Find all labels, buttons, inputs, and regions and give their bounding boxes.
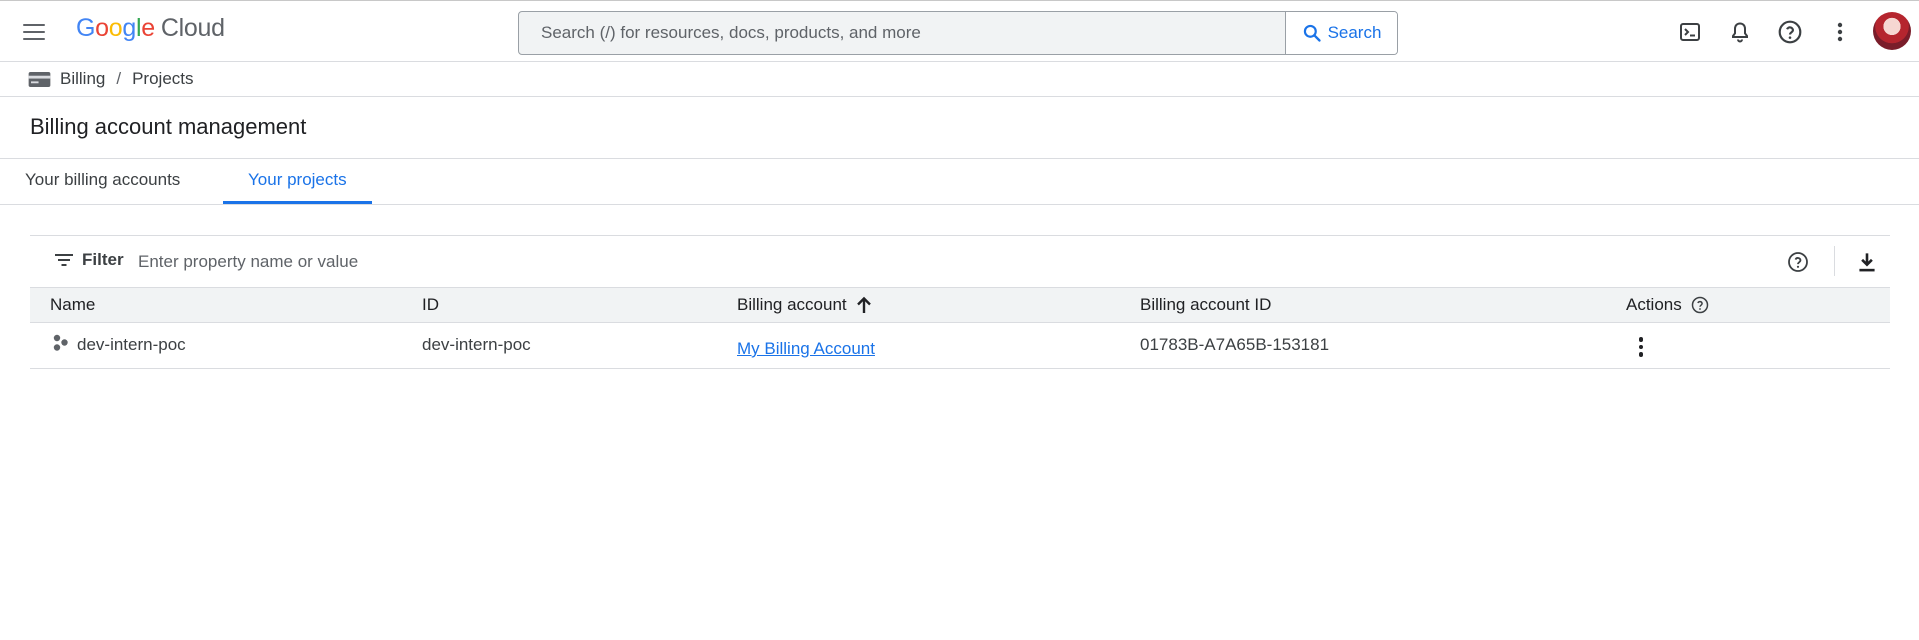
filter-input[interactable] (138, 248, 1138, 276)
filter-label: Filter (82, 250, 124, 269)
help-icon (1778, 20, 1802, 44)
terminal-icon (1680, 23, 1700, 41)
project-name: dev-intern-poc (77, 335, 186, 354)
download-button[interactable] (1854, 249, 1880, 275)
breadcrumb-projects[interactable]: Projects (132, 69, 193, 89)
billing-card-icon (28, 71, 51, 87)
filter-bar: Filter (30, 236, 1890, 287)
bell-icon (1732, 22, 1748, 43)
filter-help-button[interactable] (1786, 250, 1810, 274)
row-actions-button[interactable] (1629, 332, 1653, 362)
more-vert-icon (1638, 337, 1644, 342)
search-bar: Search (518, 11, 1398, 55)
column-header-name[interactable]: Name (50, 288, 95, 322)
column-header-billing-account[interactable]: Billing account (737, 288, 873, 322)
download-icon (1859, 253, 1875, 272)
filter-button[interactable]: Filter (54, 250, 124, 270)
sort-ascending-icon[interactable] (855, 295, 873, 315)
divider (1834, 246, 1835, 276)
column-header-actions: Actions (1626, 288, 1710, 322)
more-options-button[interactable] (1825, 17, 1855, 47)
search-button-label: Search (1327, 23, 1382, 42)
top-app-bar: Google Cloud Search (0, 0, 1919, 62)
table-header: Name ID Billing account Billing account … (30, 287, 1890, 323)
column-header-id[interactable]: ID (422, 288, 439, 322)
breadcrumb: Billing / Projects (0, 62, 1919, 97)
search-button[interactable]: Search (1285, 12, 1397, 54)
tab-billing-accounts[interactable]: Your billing accounts (0, 159, 205, 204)
google-cloud-logo[interactable]: Google Cloud (76, 14, 225, 43)
help-outline-icon (1788, 252, 1808, 272)
notifications-button[interactable] (1725, 17, 1755, 47)
help-button[interactable] (1775, 17, 1805, 47)
actions-help-icon[interactable] (1690, 295, 1710, 315)
breadcrumb-separator: / (116, 69, 122, 88)
page-title: Billing account management (30, 114, 307, 139)
project-id: dev-intern-poc (422, 335, 531, 354)
search-input[interactable] (519, 12, 1287, 54)
billing-account-cell: My Billing Account (737, 323, 875, 367)
project-name-cell: dev-intern-poc (52, 323, 186, 367)
filter-list-icon (55, 254, 73, 266)
breadcrumb-billing[interactable]: Billing (60, 69, 105, 89)
tab-projects[interactable]: Your projects (223, 159, 372, 204)
more-vert-icon (1837, 22, 1843, 42)
billing-account-id: 01783B-A7A65B-153181 (1140, 335, 1330, 354)
cloud-shell-button[interactable] (1675, 17, 1705, 47)
main-menu-icon[interactable] (20, 18, 48, 46)
table-row: dev-intern-poc dev-intern-poc My Billing… (30, 323, 1890, 369)
billing-account-link[interactable]: My Billing Account (737, 331, 875, 359)
tab-bar: Your billing accounts Your projects (0, 159, 1919, 205)
avatar[interactable] (1873, 12, 1911, 50)
project-icon (53, 334, 68, 351)
projects-table: Filter Name ID Billing account Billing a… (30, 235, 1890, 369)
column-header-billing-account-id[interactable]: Billing account ID (1140, 288, 1271, 322)
search-icon (1303, 24, 1321, 42)
